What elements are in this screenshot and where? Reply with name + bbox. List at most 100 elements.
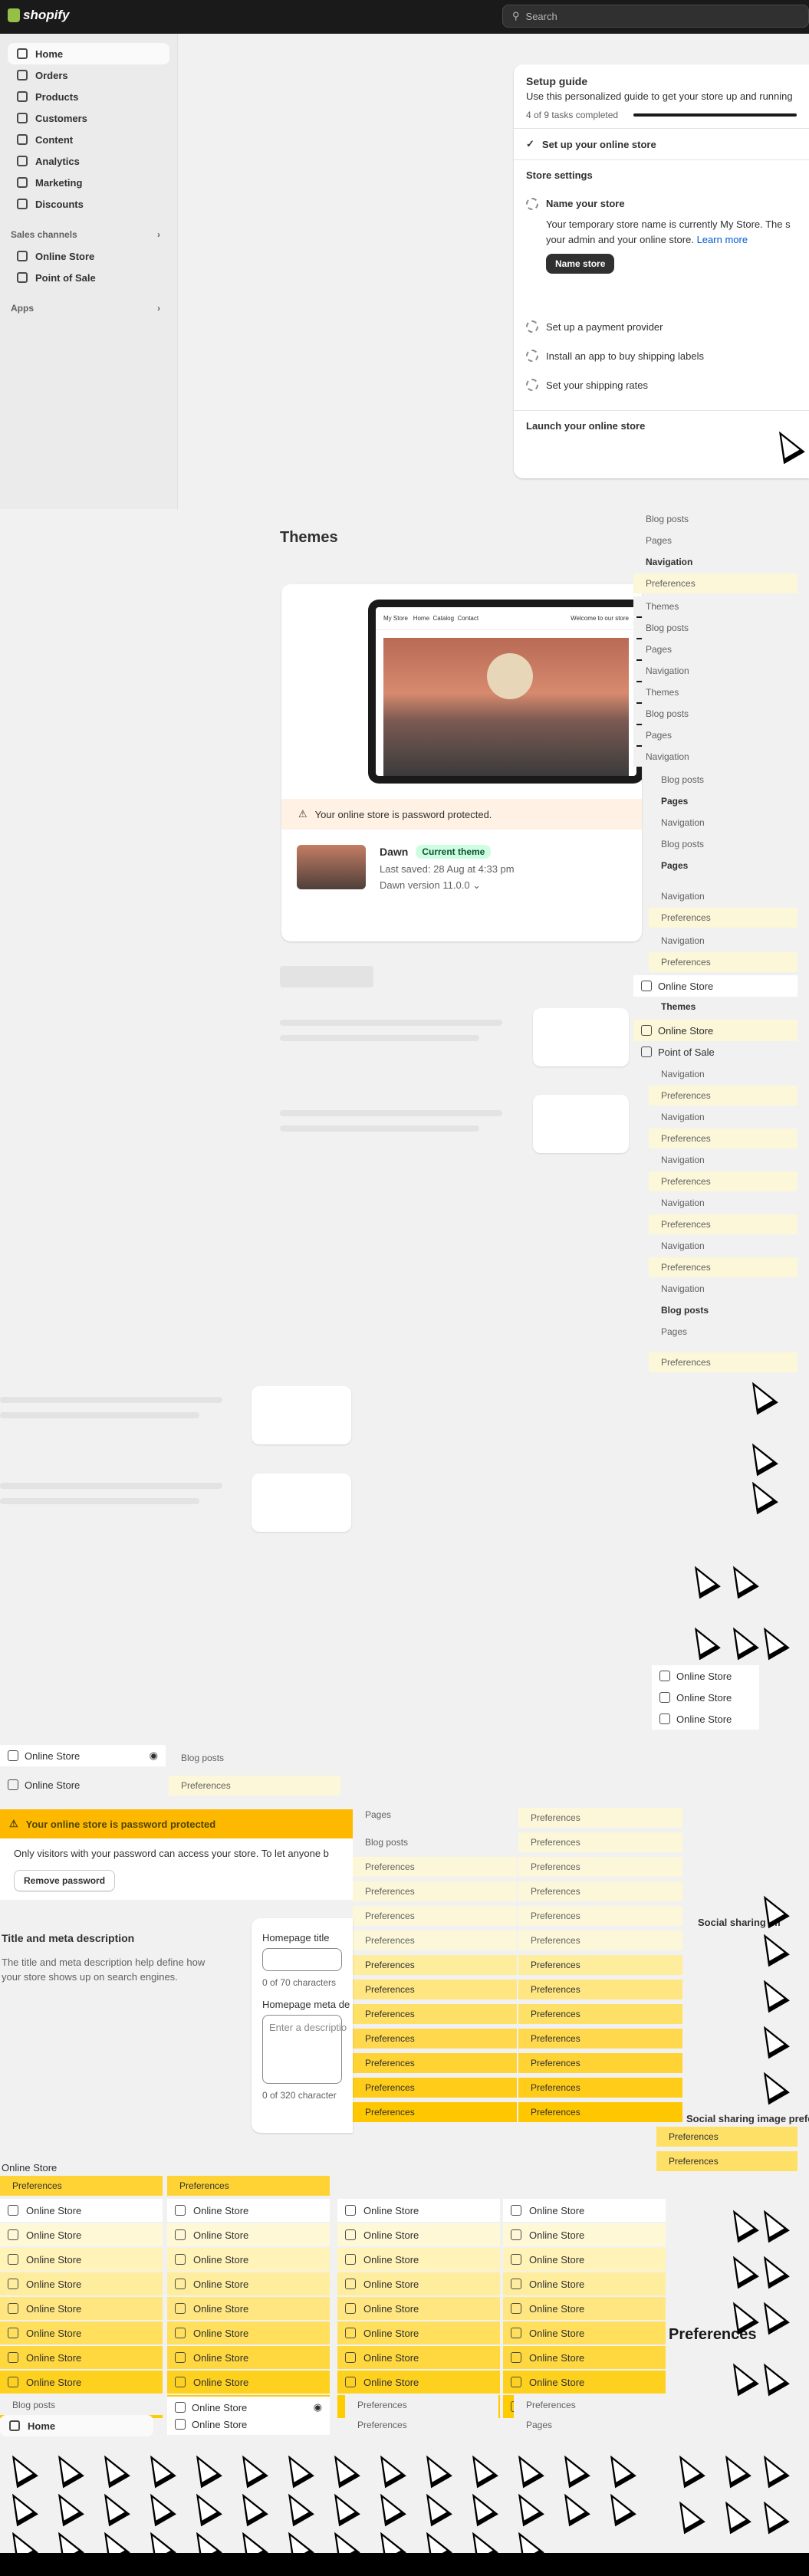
menu-preferences[interactable]: Preferences (518, 2053, 682, 2073)
channel-online-store[interactable]: Online Store (652, 1708, 759, 1730)
menu-preferences[interactable]: Preferences (353, 2004, 517, 2024)
grid-online-store-item[interactable]: Online Store (503, 2248, 666, 2271)
channel-online-store[interactable]: Online Store (633, 1020, 797, 1041)
sidebar-item-products[interactable]: Products (8, 86, 169, 107)
menu-preferences[interactable]: Preferences (167, 2176, 330, 2196)
grid-online-store-item[interactable]: Online Store (503, 2272, 666, 2295)
menu-preferences[interactable]: Preferences (649, 1257, 797, 1277)
menu-preferences[interactable]: Preferences (353, 2029, 517, 2049)
menu-preferences[interactable]: Preferences (353, 1980, 517, 1999)
menu-navigation[interactable]: Navigation (649, 813, 797, 833)
menu-preferences[interactable]: Preferences (353, 1955, 517, 1975)
menu-navigation[interactable]: Navigation (649, 886, 797, 906)
menu-preferences[interactable]: Preferences (518, 2004, 682, 2024)
task-payment[interactable]: Set up a payment provider (514, 312, 809, 341)
apps-header[interactable]: Apps › (0, 297, 177, 319)
menu-blog-posts[interactable]: Blog posts (633, 704, 787, 724)
grid-online-store-item[interactable]: Online Store (0, 2321, 163, 2344)
grid-online-store-item[interactable]: Online Store (167, 2223, 330, 2246)
grid-online-store-item[interactable]: Online Store (0, 2371, 163, 2394)
menu-themes[interactable]: Themes (633, 682, 787, 702)
meta-desc-field[interactable]: Enter a descriptio (262, 2015, 347, 2084)
menu-pages[interactable]: Pages (649, 856, 797, 876)
grid-online-store-item[interactable]: Online Store (0, 2223, 163, 2246)
channel-online-store[interactable]: Online Store (652, 1687, 759, 1708)
menu-preferences[interactable]: Preferences (518, 1980, 682, 1999)
menu-navigation[interactable]: Navigation (633, 747, 787, 767)
menu-preferences[interactable]: Preferences (353, 1881, 517, 1901)
shopify-logo[interactable]: shopify (8, 8, 69, 23)
menu-preferences[interactable]: Preferences (656, 2127, 797, 2147)
remove-password-button[interactable]: Remove password (14, 1870, 116, 1891)
sidebar-item-home[interactable]: Home (8, 43, 169, 64)
grid-online-store-item[interactable]: Online Store (503, 2321, 666, 2344)
menu-preferences[interactable]: Preferences (518, 1881, 682, 1901)
section-store-settings[interactable]: Store settings (514, 159, 809, 190)
menu-pages[interactable]: Pages (649, 1322, 797, 1342)
grid-online-store-item[interactable]: Online Store (167, 2272, 330, 2295)
menu-navigation[interactable]: Navigation (649, 1236, 797, 1256)
sidebar-item-analytics[interactable]: Analytics (8, 150, 169, 172)
grid-online-store-item[interactable]: Online Store (503, 2223, 666, 2246)
channel-online-store[interactable]: Online Store (0, 1774, 166, 1796)
theme-preview[interactable]: My Store Home Catalog Contact Welcome to… (368, 600, 642, 784)
menu-preferences[interactable]: Preferences (518, 1832, 682, 1852)
grid-online-store-item[interactable]: Online Store (167, 2346, 330, 2369)
grid-online-store-item[interactable]: Online Store (0, 2346, 163, 2369)
menu-preferences[interactable]: Preferences (345, 2395, 498, 2415)
grid-online-store-item[interactable]: Online Store (337, 2248, 500, 2271)
menu-blog-posts[interactable]: Blog posts (0, 2395, 163, 2415)
channel-online-store[interactable]: Online Store (652, 1665, 759, 1687)
grid-online-store-item[interactable]: Online Store (503, 2199, 666, 2222)
menu-preferences[interactable]: Preferences (518, 2029, 682, 2049)
menu-blog-posts[interactable]: Blog posts (633, 509, 797, 529)
sales-channels-header[interactable]: Sales channels › (0, 224, 177, 245)
menu-pages[interactable]: Pages (633, 725, 787, 745)
menu-pages[interactable]: Pages (353, 1805, 517, 1825)
task-name-store[interactable]: Name your store Your temporary store nam… (514, 190, 809, 281)
menu-preferences[interactable]: Preferences (518, 2078, 682, 2098)
menu-preferences[interactable]: Preferences (0, 2176, 163, 2196)
grid-online-store-item[interactable]: Online Store (337, 2297, 500, 2320)
grid-online-store-item[interactable]: Online Store (0, 2297, 163, 2320)
channel-online-store[interactable]: Online Store (167, 2413, 330, 2435)
sidebar-item-online-store[interactable]: Online Store (8, 245, 169, 267)
menu-navigation[interactable]: Navigation (633, 661, 787, 681)
grid-online-store-item[interactable]: Online Store (167, 2248, 330, 2271)
menu-preferences[interactable]: Preferences (353, 2078, 517, 2098)
name-store-button[interactable]: Name store (546, 254, 615, 274)
menu-blog-posts[interactable]: Blog posts (353, 1832, 517, 1852)
menu-preferences[interactable]: Preferences (353, 1906, 517, 1926)
menu-themes[interactable]: Themes (649, 997, 797, 1017)
menu-preferences[interactable]: Preferences (649, 1129, 797, 1148)
grid-online-store-item[interactable]: Online Store (167, 2371, 330, 2394)
menu-navigation[interactable]: Navigation (649, 1107, 797, 1127)
sidebar-item-content[interactable]: Content (8, 129, 169, 150)
channel-online-store[interactable]: Online Store (633, 975, 797, 997)
menu-preferences[interactable]: Preferences (353, 2102, 517, 2122)
sidebar-item-customers[interactable]: Customers (8, 107, 169, 129)
menu-preferences[interactable]: Preferences (353, 2053, 517, 2073)
channel-online-store[interactable]: Online Store ◉ (0, 1745, 166, 1766)
search-input[interactable]: ⚲ Search (502, 5, 809, 28)
menu-themes[interactable]: Themes (633, 596, 787, 616)
grid-online-store-item[interactable]: Online Store (0, 2248, 163, 2271)
eye-icon[interactable]: ◉ (150, 1750, 158, 1762)
sidebar-item-marketing[interactable]: Marketing (8, 172, 169, 193)
menu-preferences[interactable]: Preferences (649, 1171, 797, 1191)
menu-preferences[interactable]: Preferences (518, 2102, 682, 2122)
menu-preferences[interactable]: Preferences (353, 1857, 517, 1877)
menu-blog-posts[interactable]: Blog posts (649, 770, 797, 790)
menu-blog-posts[interactable]: Blog posts (649, 1300, 797, 1320)
menu-preferences[interactable]: Preferences (649, 1086, 797, 1106)
menu-pages[interactable]: Pages (649, 791, 797, 811)
task-shipping-labels[interactable]: Install an app to buy shipping labels (514, 341, 809, 370)
sidebar-item-home[interactable]: Home (0, 2415, 153, 2436)
menu-preferences[interactable]: Preferences (518, 1906, 682, 1926)
menu-navigation[interactable]: Navigation (649, 1193, 797, 1213)
task-shipping-rates[interactable]: Set your shipping rates (514, 370, 809, 399)
menu-pages[interactable]: Pages (514, 2415, 667, 2435)
menu-preferences[interactable]: Preferences (518, 1955, 682, 1975)
grid-online-store-item[interactable]: Online Store (337, 2272, 500, 2295)
menu-preferences[interactable]: Preferences (169, 1776, 340, 1796)
